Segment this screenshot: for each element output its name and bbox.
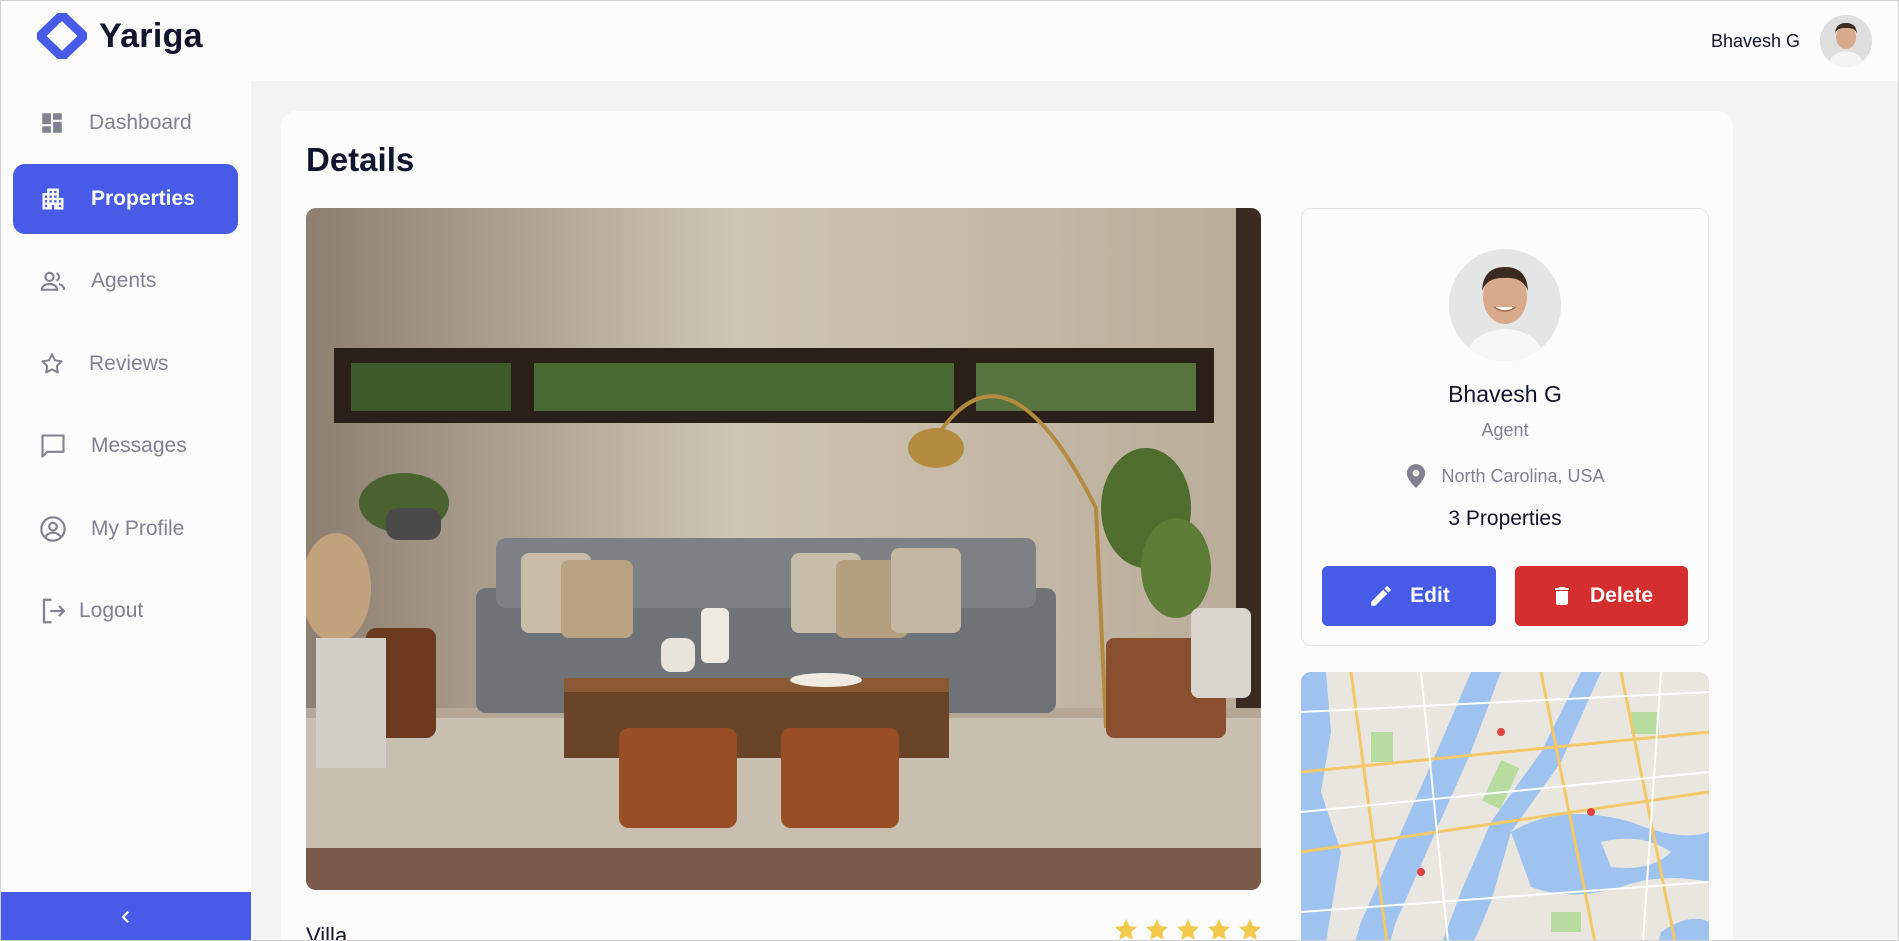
living-room-image: [306, 208, 1261, 890]
sidebar: Dashboard Properties Agents Reviews Mess…: [1, 81, 251, 940]
location-pin-icon: [1407, 464, 1426, 488]
agent-location: North Carolina, USA: [1302, 463, 1708, 489]
sidebar-item-label: Reviews: [89, 352, 169, 375]
top-header: Yariga Bhavesh G: [1, 1, 1898, 81]
user-name: Bhavesh G: [1710, 30, 1800, 51]
star-icon: [1146, 919, 1168, 940]
app-name: Yariga: [99, 16, 203, 55]
sidebar-item-messages[interactable]: Messages: [13, 411, 238, 481]
sidebar-item-my-profile[interactable]: My Profile: [13, 494, 238, 564]
agent-name: Bhavesh G: [1448, 381, 1562, 407]
edit-button-label: Edit: [1410, 584, 1450, 607]
star-icon: [1239, 919, 1261, 940]
logout-icon: [42, 598, 66, 624]
sidebar-item-label: Properties: [91, 187, 195, 210]
details-card: Details Villa Bhavesh G Agent North Caro…: [281, 111, 1733, 941]
sidebar-item-agents[interactable]: Agents: [13, 246, 238, 316]
delete-button[interactable]: Delete: [1515, 566, 1688, 626]
account-circle-icon: [40, 516, 66, 542]
yariga-logo-icon: [37, 13, 87, 59]
delete-button-label: Delete: [1589, 584, 1654, 607]
dashboard-icon: [42, 113, 62, 133]
sidebar-item-label: Messages: [91, 434, 187, 457]
user-avatar-icon: [1820, 15, 1872, 67]
trash-icon: [1554, 587, 1569, 605]
logo[interactable]: Yariga: [37, 13, 203, 59]
star-outline-icon: [41, 353, 63, 374]
star-icon: [1115, 919, 1137, 940]
chat-bubble-icon: [41, 434, 65, 458]
avatar[interactable]: [1820, 15, 1872, 67]
agent-photo-icon: [1449, 249, 1561, 361]
property-type: Villa: [306, 923, 348, 941]
agent-avatar: [1449, 249, 1561, 361]
chevron-left-icon: [121, 910, 130, 924]
location-map[interactable]: [1301, 672, 1709, 940]
sidebar-item-dashboard[interactable]: Dashboard: [13, 88, 238, 158]
agent-location-text: North Carolina, USA: [1441, 465, 1605, 486]
page-title: Details: [306, 141, 415, 178]
agent-card: Bhavesh G Agent North Carolina, USA 3 Pr…: [1301, 208, 1709, 646]
pencil-icon: [1371, 586, 1391, 606]
sidebar-item-label: Agents: [91, 269, 157, 292]
agent-property-count: 3 Properties: [1448, 507, 1562, 530]
sidebar-item-label: Dashboard: [89, 111, 192, 134]
sidebar-item-reviews[interactable]: Reviews: [13, 329, 238, 399]
edit-button[interactable]: Edit: [1322, 566, 1496, 626]
agents-icon: [40, 271, 66, 291]
agent-role: Agent: [1481, 420, 1529, 440]
star-icon: [1208, 919, 1230, 940]
sidebar-collapse-button[interactable]: [1, 892, 251, 940]
sidebar-item-logout[interactable]: Logout: [13, 576, 238, 646]
map-image: [1301, 672, 1709, 940]
sidebar-item-label: Logout: [79, 599, 144, 622]
properties-icon: [42, 188, 64, 210]
app-window: Yariga Bhavesh G Dashboard Properties Ag…: [0, 0, 1899, 941]
property-photo: [306, 208, 1261, 890]
sidebar-item-properties[interactable]: Properties: [13, 164, 238, 234]
user-menu[interactable]: Bhavesh G: [1711, 15, 1872, 67]
rating-stars: [1113, 917, 1263, 940]
star-icon: [1177, 919, 1199, 940]
sidebar-item-label: My Profile: [91, 517, 185, 540]
